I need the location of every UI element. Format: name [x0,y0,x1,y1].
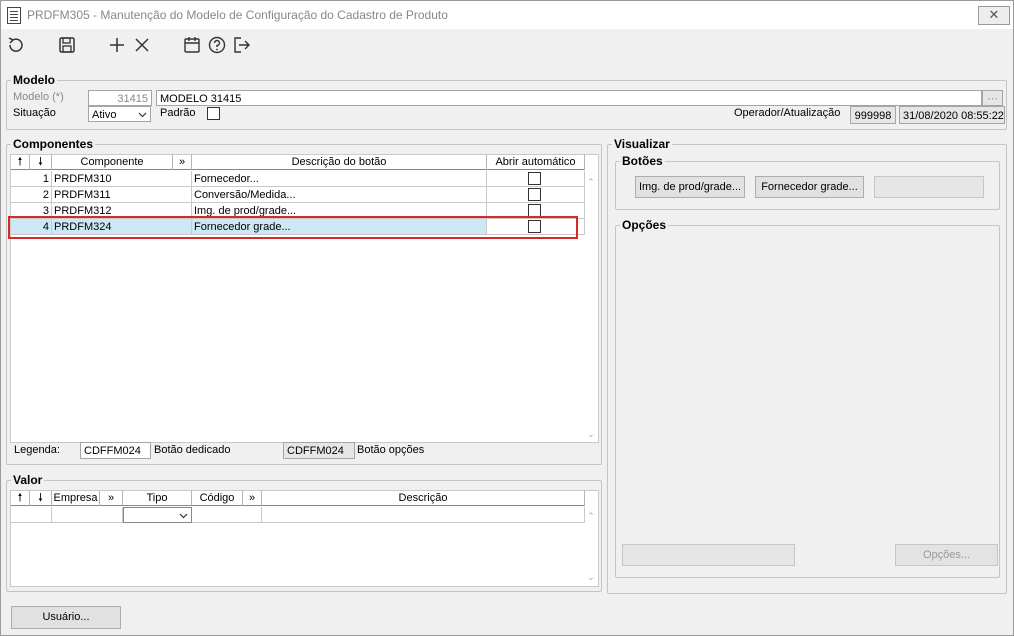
expand-header[interactable]: » [173,155,192,170]
empty-button [874,176,984,198]
modelo-name-field[interactable]: MODELO 31415 [156,90,982,106]
close-button[interactable]: ✕ [978,6,1010,25]
modelo-label: Modelo (*) [13,91,64,103]
abrir-cell [487,171,585,187]
valor-grid: 🠕 🠗 Empresa » Tipo Código » Descrição ⌃ [10,490,599,587]
row-number: 1 [11,171,52,187]
valor-group: Valor 🠕 🠗 Empresa » Tipo Código » Descri… [6,473,602,592]
visualizar-title: Visualizar [612,137,672,151]
scroll-down-icon[interactable]: ⌄ [585,572,597,582]
legenda-label: Legenda: [14,444,60,456]
document-icon [7,7,21,24]
situacao-select[interactable]: Ativo [88,106,151,122]
move-down-button[interactable]: 🠗 [30,155,52,170]
window-title: PRDFM305 - Manutenção do Modelo de Confi… [27,8,448,22]
tipo-header[interactable]: Tipo [123,491,192,506]
move-up-button[interactable]: 🠕 [11,155,30,170]
img-prod-grade-button[interactable]: Img. de prod/grade... [635,176,745,198]
abrir-checkbox[interactable] [528,172,541,185]
help-icon[interactable] [206,34,228,56]
padrao-label: Padrão [160,107,196,119]
componente-header[interactable]: Componente [52,155,173,170]
legenda-opcoes-label: Botão opções [357,444,425,456]
row-number: 2 [11,187,52,203]
usuario-button[interactable]: Usuário... [11,606,121,629]
chevron-down-icon [179,508,188,522]
codigo-header[interactable]: Código [192,491,243,506]
row-number [11,507,52,523]
abrir-cell [487,187,585,203]
scroll-up-icon[interactable]: ⌃ [585,177,597,187]
fornecedor-grade-button[interactable]: Fornecedor grade... [755,176,864,198]
move-down-button[interactable]: 🠗 [30,491,52,506]
empresa-cell[interactable] [52,507,123,523]
table-row[interactable] [11,507,585,523]
componentes-grid: 🠕 🠗 Componente » Descrição do botão Abri… [8,154,599,443]
delete-icon[interactable] [131,34,153,56]
descricao-cell[interactable]: Fornecedor... [192,171,487,187]
move-up-button[interactable]: 🠕 [11,491,30,506]
modelo-lookup-button[interactable]: ⋯ [982,90,1003,106]
modelo-group: Modelo Modelo (*) 31415 MODELO 31415 ⋯ S… [6,73,1007,130]
scroll-down-icon[interactable]: ⌄ [585,429,597,439]
title-bar: PRDFM305 - Manutenção do Modelo de Confi… [1,1,1013,29]
componentes-group: Componentes 🠕 🠗 Componente » Descrição d… [6,137,602,465]
selection-highlight [8,216,578,239]
abrir-header[interactable]: Abrir automático [487,155,585,170]
save-icon[interactable] [56,34,78,56]
legenda-opcoes-field: CDFFM024 [283,442,355,459]
expand-header[interactable]: » [100,491,123,506]
exit-icon[interactable] [231,34,253,56]
chevron-down-icon [138,107,147,121]
situacao-label: Situação [13,107,56,119]
situacao-value: Ativo [92,109,117,121]
visualizar-group: Visualizar Botões Img. de prod/grade... … [607,137,1007,594]
toolbar [1,29,1013,63]
valor-title: Valor [11,473,45,487]
componente-cell[interactable]: PRDFM311 [52,187,192,203]
descricao-header[interactable]: Descrição [262,491,585,506]
opcoes-title: Opções [620,218,669,232]
opcoes-button[interactable]: Opções... [895,544,998,566]
opcoes-empty-field [622,544,795,566]
modelo-code-field[interactable]: 31415 [88,90,152,106]
descricao-cell[interactable]: Conversão/Medida... [192,187,487,203]
descricao-cell[interactable] [262,507,585,523]
expand-header[interactable]: » [243,491,262,506]
add-icon[interactable] [106,34,128,56]
legenda-dedicado-field: CDFFM024 [80,442,151,459]
descricao-header[interactable]: Descrição do botão [192,155,487,170]
main-window: PRDFM305 - Manutenção do Modelo de Confi… [0,0,1014,636]
tipo-select[interactable] [123,507,192,523]
modelo-title: Modelo [11,73,57,87]
calendar-icon[interactable] [181,34,203,56]
padrao-checkbox[interactable] [207,107,220,120]
empresa-header[interactable]: Empresa [52,491,100,506]
abrir-checkbox[interactable] [528,188,541,201]
componente-cell[interactable]: PRDFM310 [52,171,192,187]
botoes-group: Botões Img. de prod/grade... Fornecedor … [615,154,1000,210]
componentes-title: Componentes [11,137,96,151]
opcoes-group: Opções Opções... [615,218,1000,578]
operador-field: 999998 [850,106,896,124]
legenda-dedicado-label: Botão dedicado [154,444,231,456]
datetime-field: 31/08/2020 08:55:22 [899,106,1005,124]
undo-icon[interactable] [5,34,27,56]
operador-label: Operador/Atualização [734,107,841,119]
codigo-cell[interactable] [192,507,262,523]
botoes-title: Botões [620,154,665,168]
scroll-up-icon[interactable]: ⌃ [585,511,597,521]
